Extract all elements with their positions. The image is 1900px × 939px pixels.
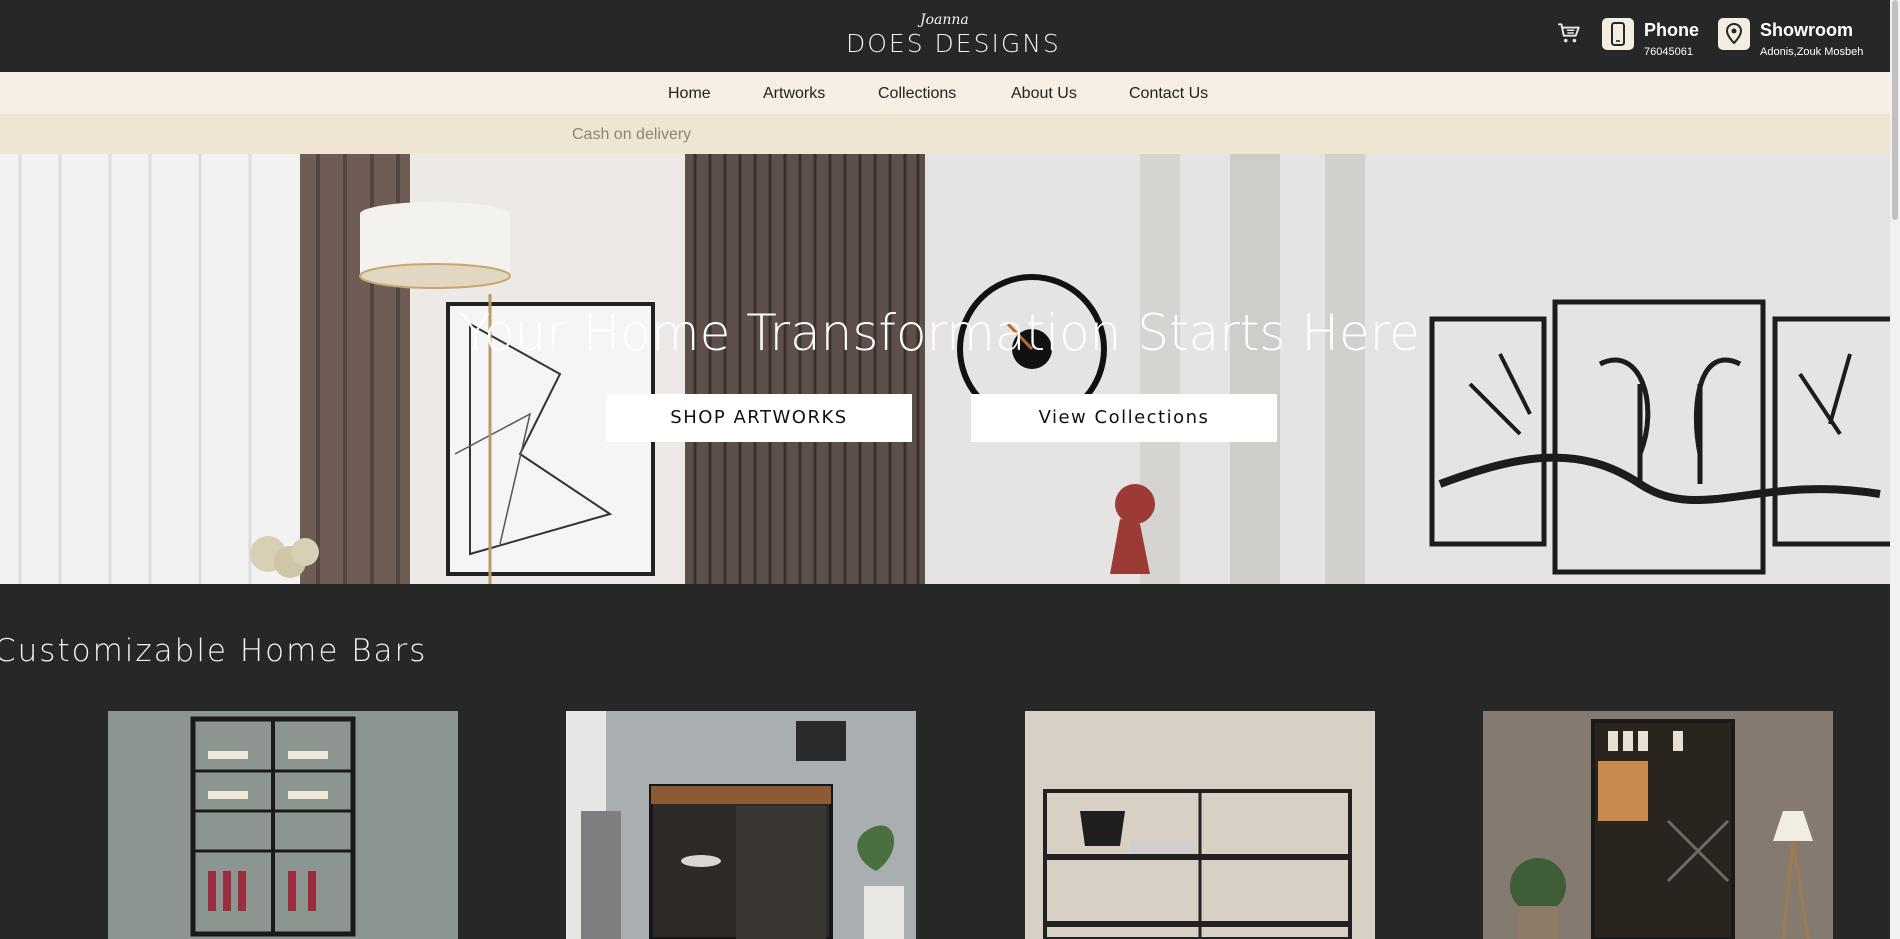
hero-background-image — [0, 154, 1890, 584]
phone-number: 76045061 — [1644, 46, 1693, 58]
view-collections-button[interactable]: View Collections — [971, 394, 1277, 442]
phone-icon — [1602, 18, 1634, 50]
showroom-address: Adonis,Zouk Mosbeh — [1760, 46, 1864, 58]
nav-collections[interactable]: Collections — [878, 85, 956, 103]
scrollbar-thumb[interactable] — [1892, 0, 1898, 220]
hero-title: Your Home Transformation Starts Here — [460, 304, 1420, 362]
phone-title: Phone — [1644, 20, 1700, 40]
wall-wine-rack-image — [108, 711, 458, 939]
nav-contact-us[interactable]: Contact Us — [1129, 85, 1208, 103]
section-title: Customizable Home Bars — [0, 633, 428, 669]
phone-contact[interactable]: Phone 76045061 — [1602, 18, 1722, 58]
metal-shelf-image — [1025, 711, 1375, 939]
shop-artworks-button[interactable]: SHOP ARTWORKS — [606, 394, 912, 442]
logo-script: Joanna — [920, 12, 969, 28]
hero-banner: Your Home Transformation Starts Here SHO… — [0, 154, 1890, 584]
product-card-3[interactable] — [1025, 711, 1375, 939]
nav-home[interactable]: Home — [668, 85, 711, 103]
showroom-contact[interactable]: Showroom Adonis,Zouk Mosbeh — [1718, 18, 1878, 58]
location-pin-icon — [1718, 18, 1750, 50]
showroom-title: Showroom — [1760, 20, 1853, 40]
nav-artworks[interactable]: Artworks — [763, 85, 825, 103]
product-card-2[interactable] — [566, 711, 916, 939]
logo-text: DOES DESIGNS — [846, 29, 1061, 58]
bar-cabinet-image — [566, 711, 916, 939]
main-nav: Home Artworks Collections About Us Conta… — [0, 72, 1890, 114]
product-card-4[interactable] — [1483, 711, 1833, 939]
announcement-bar: Cash on delivery — [0, 114, 1890, 154]
cart-icon[interactable] — [1556, 20, 1582, 46]
bar-shelving-unit-image — [1483, 711, 1833, 939]
site-header: Joanna DOES DESIGNS Phone 76045061 Showr… — [0, 0, 1890, 72]
announcement-text: Cash on delivery — [572, 126, 692, 143]
page-scrollbar[interactable] — [1890, 0, 1900, 939]
site-logo[interactable]: Joanna DOES DESIGNS — [846, 12, 1059, 58]
nav-about-us[interactable]: About Us — [1011, 85, 1077, 103]
product-card-1[interactable] — [108, 711, 458, 939]
